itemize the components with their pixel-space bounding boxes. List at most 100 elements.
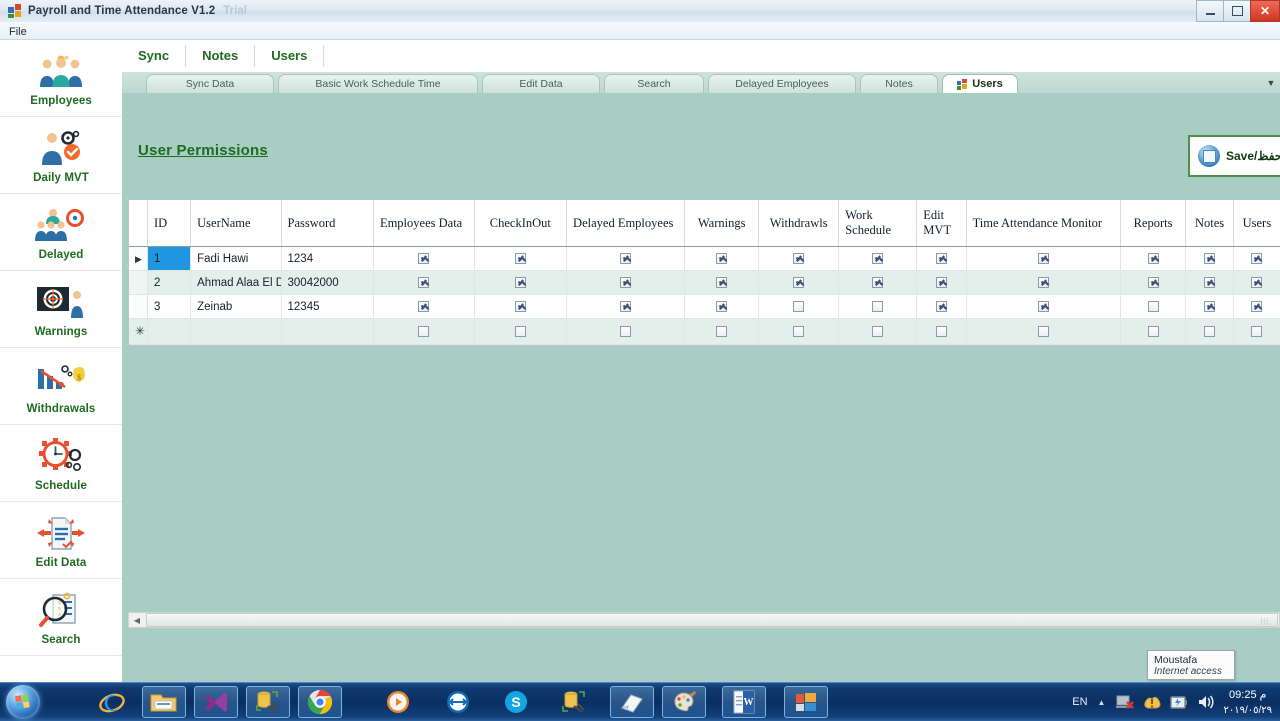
- action-center-icon[interactable]: [1142, 692, 1162, 712]
- cell-users[interactable]: [1233, 270, 1280, 295]
- taskbar-sql-config[interactable]: [552, 686, 596, 718]
- cell-checkinout[interactable]: [474, 270, 568, 295]
- checkbox-withdrawls[interactable]: [793, 300, 805, 312]
- taskbar-clock[interactable]: 09:25 م ٢٠١٩/٠٥/٢٩: [1223, 687, 1272, 717]
- checkbox-users[interactable]: [1251, 300, 1263, 312]
- language-indicator[interactable]: EN: [1072, 696, 1087, 708]
- column-header-work-schedule[interactable]: Work Schedule: [838, 200, 918, 247]
- checkbox-employees-data[interactable]: [418, 252, 430, 264]
- cell-reports[interactable]: [1120, 270, 1187, 295]
- minimize-button[interactable]: [1196, 0, 1223, 22]
- cell-withdrawls[interactable]: [758, 246, 840, 271]
- cell-username[interactable]: [190, 318, 282, 345]
- table-row-new[interactable]: ✳: [129, 318, 1280, 345]
- new-row-selector[interactable]: ✳: [129, 318, 148, 345]
- scroll-left-arrow-icon[interactable]: ◀: [129, 613, 145, 627]
- cell-work-schedule[interactable]: [838, 246, 918, 271]
- taskbar-internet-explorer[interactable]: [90, 686, 134, 718]
- cell-notes[interactable]: [1185, 294, 1234, 319]
- checkbox-edit-mvt[interactable]: [935, 325, 947, 337]
- sidebar-item-delayed[interactable]: Delayed: [0, 194, 122, 271]
- sidebar-item-daily-mvt[interactable]: Daily MVT: [0, 117, 122, 194]
- checkbox-employees-data[interactable]: [418, 325, 430, 337]
- cell-password[interactable]: 1234: [281, 246, 374, 271]
- scrollbar-thumb[interactable]: ⦙⦙⦙: [146, 613, 1278, 627]
- checkbox-reports[interactable]: [1147, 252, 1159, 264]
- cell-warnings[interactable]: [684, 270, 760, 295]
- checkbox-employees-data[interactable]: [418, 276, 430, 288]
- column-header-id[interactable]: ID: [147, 200, 192, 247]
- column-header-reports[interactable]: Reports: [1120, 200, 1187, 247]
- checkbox-time-attendance-monitor[interactable]: [1037, 276, 1049, 288]
- cell-edit-mvt[interactable]: [916, 318, 967, 345]
- taskbar-word[interactable]: W: [722, 686, 766, 718]
- checkbox-notes[interactable]: [1204, 252, 1216, 264]
- checkbox-notes[interactable]: [1204, 300, 1216, 312]
- tab-search[interactable]: Search: [604, 74, 704, 93]
- checkbox-time-attendance-monitor[interactable]: [1037, 252, 1049, 264]
- network-error-icon[interactable]: [1115, 692, 1135, 712]
- checkbox-checkinout[interactable]: [514, 325, 526, 337]
- column-header-username[interactable]: UserName: [190, 200, 282, 247]
- tab-users[interactable]: Users: [942, 74, 1018, 93]
- column-header-notes[interactable]: Notes: [1185, 200, 1234, 247]
- taskbar-paint[interactable]: [662, 686, 706, 718]
- cell-users[interactable]: [1233, 294, 1280, 319]
- checkbox-warnings[interactable]: [716, 252, 728, 264]
- checkbox-time-attendance-monitor[interactable]: [1037, 300, 1049, 312]
- checkbox-reports[interactable]: [1147, 325, 1159, 337]
- battery-icon[interactable]: [1169, 692, 1189, 712]
- checkbox-work-schedule[interactable]: [872, 252, 884, 264]
- checkbox-checkinout[interactable]: [514, 252, 526, 264]
- cell-id[interactable]: 2: [147, 270, 192, 295]
- sidebar-item-schedule[interactable]: Schedule: [0, 425, 122, 502]
- table-row[interactable]: 2 Ahmad Alaa El Din 30042000: [129, 270, 1280, 295]
- checkbox-notes[interactable]: [1204, 276, 1216, 288]
- checkbox-delayed-employees[interactable]: [620, 276, 632, 288]
- table-row[interactable]: ▶ 1 Fadi Hawi 1234: [129, 246, 1280, 271]
- column-header-withdrawls[interactable]: Withdrawls: [758, 200, 840, 247]
- taskbar-sticky-notes[interactable]: [610, 686, 654, 718]
- sidebar-item-search[interactable]: Search: [0, 579, 122, 656]
- taskbar-sql-tools[interactable]: [246, 686, 290, 718]
- cell-withdrawls[interactable]: [758, 318, 840, 345]
- checkbox-time-attendance-monitor[interactable]: [1037, 325, 1049, 337]
- cell-username[interactable]: Fadi Hawi: [190, 246, 282, 271]
- maximize-button[interactable]: [1223, 0, 1250, 22]
- taskbar-media-player[interactable]: [376, 686, 420, 718]
- checkbox-reports[interactable]: [1147, 276, 1159, 288]
- row-selector[interactable]: ▶: [129, 246, 148, 271]
- taskbar-teamviewer[interactable]: [436, 686, 480, 718]
- cell-checkinout[interactable]: [474, 318, 568, 345]
- cell-time-attendance-monitor[interactable]: [966, 246, 1121, 271]
- cell-edit-mvt[interactable]: [916, 246, 967, 271]
- row-selector[interactable]: [129, 294, 148, 319]
- cell-password[interactable]: 30042000: [281, 270, 374, 295]
- checkbox-delayed-employees[interactable]: [620, 300, 632, 312]
- checkbox-withdrawls[interactable]: [793, 276, 805, 288]
- checkbox-warnings[interactable]: [716, 276, 728, 288]
- cell-checkinout[interactable]: [474, 246, 568, 271]
- column-header-warnings[interactable]: Warnings: [684, 200, 760, 247]
- cell-employees-data[interactable]: [373, 294, 475, 319]
- column-header-checkinout[interactable]: CheckInOut: [474, 200, 568, 247]
- checkbox-work-schedule[interactable]: [872, 276, 884, 288]
- cell-id[interactable]: 3: [147, 294, 192, 319]
- checkbox-withdrawls[interactable]: [793, 252, 805, 264]
- cell-employees-data[interactable]: [373, 318, 475, 345]
- menu-item-file[interactable]: File: [0, 24, 36, 40]
- horizontal-scrollbar[interactable]: ◀ ⦙⦙⦙: [128, 612, 1280, 628]
- cell-id[interactable]: 1: [147, 246, 192, 271]
- checkbox-users[interactable]: [1251, 325, 1263, 337]
- cell-work-schedule[interactable]: [838, 318, 918, 345]
- tab-delayed-employees[interactable]: Delayed Employees: [708, 74, 856, 93]
- column-header-edit-mvt[interactable]: Edit MVT: [916, 200, 967, 247]
- checkbox-users[interactable]: [1251, 276, 1263, 288]
- cell-work-schedule[interactable]: [838, 294, 918, 319]
- close-button[interactable]: ✕: [1250, 0, 1280, 22]
- checkbox-delayed-employees[interactable]: [620, 252, 632, 264]
- cell-users[interactable]: [1233, 246, 1280, 271]
- taskbar-visual-studio[interactable]: [194, 686, 238, 718]
- cell-withdrawls[interactable]: [758, 294, 840, 319]
- checkbox-work-schedule[interactable]: [872, 325, 884, 337]
